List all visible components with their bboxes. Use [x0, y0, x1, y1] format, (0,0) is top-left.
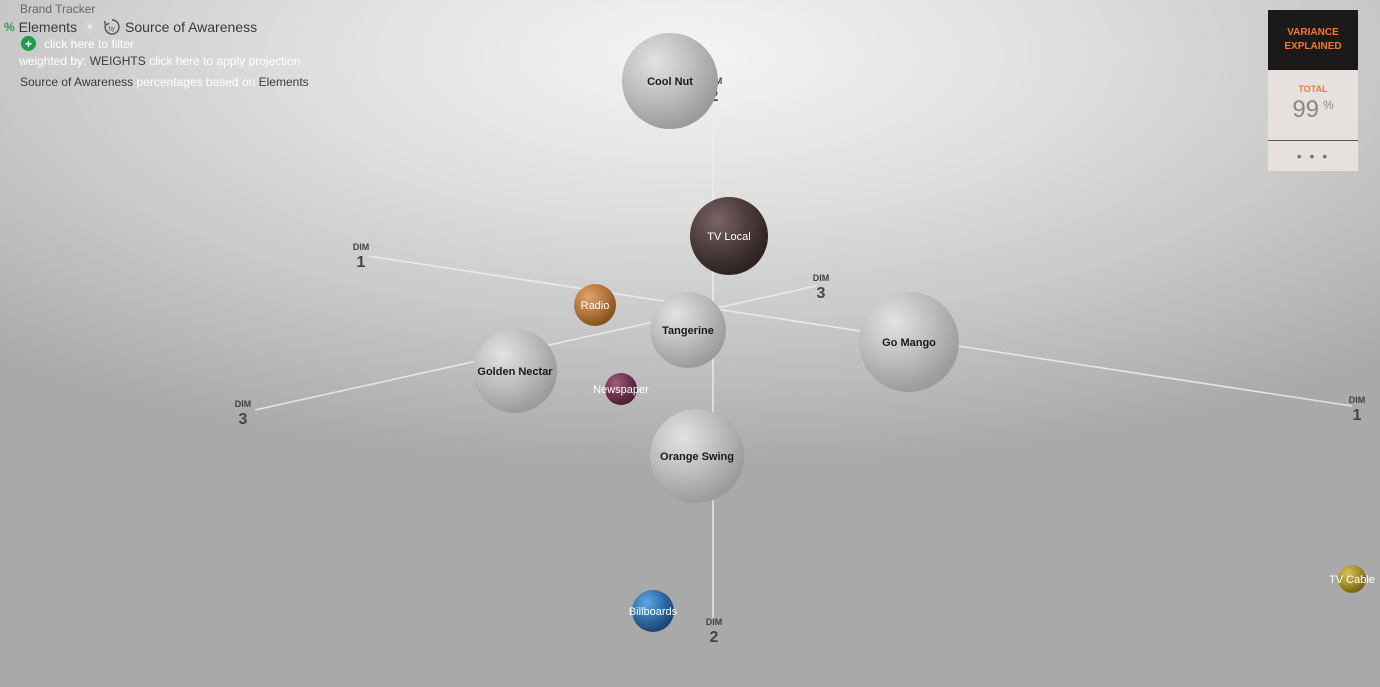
axis-label-small: DIM — [353, 242, 370, 252]
axis-label-dim3-right: DIM 3 — [813, 273, 830, 302]
bubble-label: Newspaper — [593, 384, 649, 396]
bubble-tangerine[interactable]: Tangerine — [650, 292, 726, 368]
bubble-label: Radio — [581, 300, 610, 312]
axis-label-dim3-left: DIM 3 — [235, 399, 252, 428]
projection-plot[interactable]: DIM 1 DIM 1 DIM 2 DIM 2 DIM 3 DIM 3 Cool… — [0, 0, 1380, 687]
bubble-label: Tangerine — [662, 325, 714, 337]
axis-label-small: DIM — [1349, 395, 1366, 405]
axis-label-small: DIM — [706, 617, 723, 627]
axis-label-number: 2 — [710, 629, 719, 646]
bubble-tv-cable[interactable]: TV Cable — [1329, 565, 1375, 593]
axis-label-dim1-left: DIM 1 — [353, 242, 370, 271]
bubble-golden-nectar[interactable]: Golden Nectar — [473, 329, 557, 413]
axis-label-dim2-bottom: DIM 2 — [706, 617, 723, 646]
bubble-label: Cool Nut — [647, 76, 693, 88]
bubble-newspaper[interactable]: Newspaper — [593, 373, 649, 405]
bubble-billboards[interactable]: Billboards — [629, 590, 678, 632]
axis-label-number: 1 — [1353, 407, 1362, 424]
bubble-label: Billboards — [629, 606, 678, 618]
bubble-orange-swing[interactable]: Orange Swing — [650, 409, 744, 503]
axis-label-small: DIM — [235, 399, 252, 409]
axis-label-dim1-right: DIM 1 — [1349, 395, 1366, 424]
bubble-label: Golden Nectar — [477, 366, 553, 378]
axis-label-number: 3 — [817, 285, 826, 302]
bubble-cool-nut[interactable]: Cool Nut — [622, 33, 718, 129]
bubble-tv-local[interactable]: TV Local — [690, 197, 768, 275]
bubble-label: Go Mango — [882, 337, 936, 349]
axis-label-small: DIM — [813, 273, 830, 283]
axis-label-number: 1 — [357, 254, 366, 271]
bubble-label: TV Cable — [1329, 574, 1375, 586]
bubble-go-mango[interactable]: Go Mango — [859, 292, 959, 392]
bubble-label: TV Local — [707, 231, 750, 243]
bubble-radio[interactable]: Radio — [574, 284, 616, 326]
bubble-label: Orange Swing — [660, 451, 734, 463]
axis-label-number: 3 — [239, 411, 248, 428]
